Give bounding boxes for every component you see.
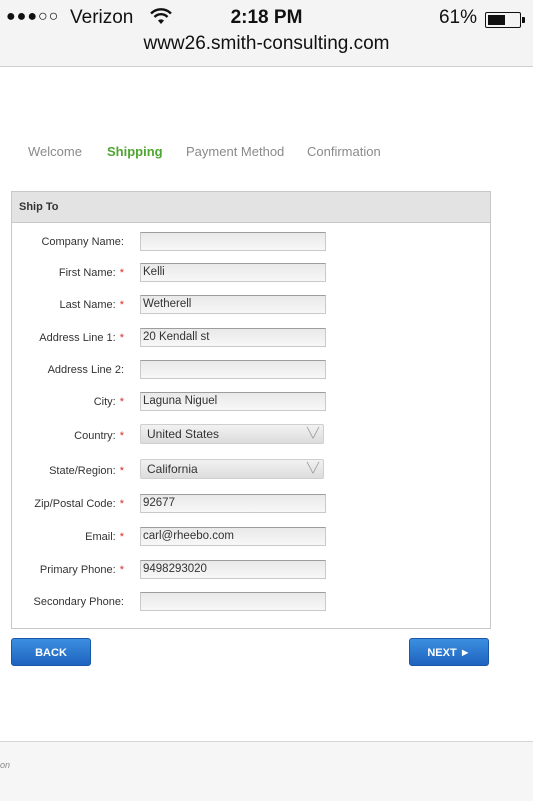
- address1-row: Address Line 1: * 20 Kendall st: [12, 328, 490, 348]
- first-name-input[interactable]: Kelli: [140, 263, 326, 282]
- zip-label: Zip/Postal Code: *: [34, 498, 124, 510]
- required-mark: *: [119, 498, 124, 510]
- email-label: Email: *: [85, 531, 124, 543]
- chevron-down-icon: ╲╱: [306, 463, 319, 474]
- company-label: Company Name:: [41, 236, 124, 248]
- address2-input[interactable]: [140, 360, 326, 379]
- page-footer: on: [0, 741, 533, 801]
- secondary-phone-row: Secondary Phone:: [12, 592, 490, 612]
- first-name-row: First Name: * Kelli: [12, 263, 490, 283]
- zip-row: Zip/Postal Code: * 92677: [12, 494, 490, 514]
- address1-input[interactable]: 20 Kendall st: [140, 328, 326, 347]
- required-mark: *: [119, 299, 124, 311]
- step-confirmation[interactable]: Confirmation: [307, 144, 381, 159]
- address2-label: Address Line 2:: [47, 364, 124, 376]
- address-bar-url[interactable]: www26.smith-consulting.com: [0, 33, 533, 55]
- step-payment-method[interactable]: Payment Method: [186, 144, 284, 159]
- country-row: Country: * United States ╲╱: [12, 424, 490, 446]
- required-mark: *: [119, 465, 124, 477]
- country-select[interactable]: United States ╲╱: [140, 424, 324, 444]
- country-label: Country: *: [74, 430, 124, 442]
- last-name-label: Last Name: *: [59, 299, 124, 311]
- zip-input[interactable]: 92677: [140, 494, 326, 513]
- back-button[interactable]: BACK: [11, 638, 91, 666]
- city-label: City: *: [93, 396, 124, 408]
- primary-phone-input[interactable]: 9498293020: [140, 560, 326, 579]
- state-label: State/Region: *: [49, 465, 124, 477]
- primary-phone-label: Primary Phone: *: [39, 564, 124, 576]
- state-select[interactable]: California ╲╱: [140, 459, 324, 479]
- step-shipping[interactable]: Shipping: [107, 144, 163, 159]
- company-input[interactable]: [140, 232, 326, 251]
- email-input[interactable]: carl@rheebo.com: [140, 527, 326, 546]
- ship-to-panel: Ship To Company Name: First Name: * Kelli…: [11, 191, 491, 629]
- primary-phone-row: Primary Phone: * 9498293020: [12, 560, 490, 580]
- panel-title: Ship To: [12, 192, 490, 223]
- footer-text: on: [0, 760, 11, 770]
- battery-icon: [485, 12, 525, 28]
- required-mark: *: [119, 531, 124, 543]
- battery-percent: 61%: [438, 7, 477, 28]
- secondary-phone-input[interactable]: [140, 592, 326, 611]
- next-button[interactable]: NEXT ►: [409, 638, 489, 666]
- secondary-phone-label: Secondary Phone:: [33, 596, 124, 608]
- browser-chrome: ●●●○○ Verizon 2:18 PM 61% www26.smith-co…: [0, 0, 533, 67]
- last-name-input[interactable]: Wetherell: [140, 295, 326, 314]
- required-mark: *: [119, 564, 124, 576]
- first-name-label: First Name: *: [58, 267, 124, 279]
- company-row: Company Name:: [12, 232, 490, 252]
- address2-row: Address Line 2:: [12, 360, 490, 380]
- status-bar: ●●●○○ Verizon 2:18 PM 61%: [0, 4, 533, 32]
- address1-label: Address Line 1: *: [39, 332, 124, 344]
- chevron-down-icon: ╲╱: [306, 428, 319, 439]
- required-mark: *: [119, 332, 124, 344]
- email-row: Email: * carl@rheebo.com: [12, 527, 490, 547]
- last-name-row: Last Name: * Wetherell: [12, 295, 490, 315]
- step-welcome[interactable]: Welcome: [28, 144, 82, 159]
- required-mark: *: [119, 430, 124, 442]
- state-row: State/Region: * California ╲╱: [12, 459, 490, 481]
- city-row: City: * Laguna Niguel: [12, 392, 490, 412]
- required-mark: *: [119, 267, 124, 279]
- required-mark: *: [119, 396, 124, 408]
- city-input[interactable]: Laguna Niguel: [140, 392, 326, 411]
